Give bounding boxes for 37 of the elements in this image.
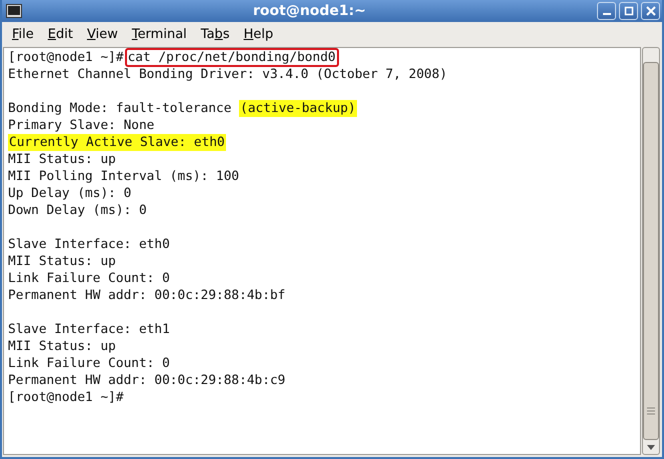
terminal-text: MII Status: up — [8, 152, 116, 167]
minimize-icon — [602, 13, 610, 15]
terminal-text: [root@node1 ~]# — [8, 50, 124, 65]
terminal-text: Ethernet Channel Bonding Driver: v3.4.0 (October 7, 2008) — [8, 67, 448, 82]
close-icon — [646, 6, 656, 16]
scrollbar[interactable] — [642, 47, 660, 455]
menu-item[interactable]: Edit — [42, 24, 79, 44]
terminal-text: Permanent HW addr: 00:0c:29:88:4b:c9 — [8, 373, 286, 388]
terminal-text: Link Failure Count: 0 — [8, 356, 170, 371]
menu-item[interactable]: Terminal — [126, 24, 193, 44]
terminal-icon — [6, 4, 22, 18]
terminal-text: [root@node1 ~]# — [8, 390, 124, 405]
terminal-text: Down Delay (ms): 0 — [8, 203, 147, 218]
grip-icon — [647, 407, 655, 415]
terminal-text: Up Delay (ms): 0 — [8, 186, 132, 201]
terminal-text: Primary Slave: None — [8, 118, 154, 133]
close-button[interactable] — [641, 2, 660, 20]
menu-item[interactable]: Help — [238, 24, 280, 44]
terminal-text: Slave Interface: eth1 — [8, 322, 170, 337]
maximize-button[interactable] — [619, 2, 638, 20]
highlighted-text: (active-backup) — [239, 100, 357, 117]
terminal-text: Permanent HW addr: 00:0c:29:88:4b:bf — [8, 288, 286, 303]
terminal-text: MII Status: up — [8, 254, 116, 269]
highlighted-text: Currently Active Slave: eth0 — [8, 134, 226, 151]
terminal-text: Bonding Mode: fault-tolerance — [8, 101, 232, 116]
menu-item[interactable]: Tabs — [194, 24, 236, 44]
scroll-thumb[interactable] — [643, 62, 659, 440]
menu-item[interactable]: File — [6, 24, 40, 44]
terminal-text: MII Polling Interval (ms): 100 — [8, 169, 240, 184]
window-title: root@node1:~ — [252, 3, 367, 19]
terminal-text: MII Status: up — [8, 339, 116, 354]
terminal-text: Link Failure Count: 0 — [8, 271, 170, 286]
menu-item[interactable]: View — [80, 24, 124, 44]
minimize-button[interactable] — [597, 2, 616, 20]
terminal-text: Slave Interface: eth0 — [8, 237, 170, 252]
boxed-command: cat /proc/net/bonding/bond0 — [124, 48, 339, 67]
maximize-icon — [624, 6, 634, 16]
